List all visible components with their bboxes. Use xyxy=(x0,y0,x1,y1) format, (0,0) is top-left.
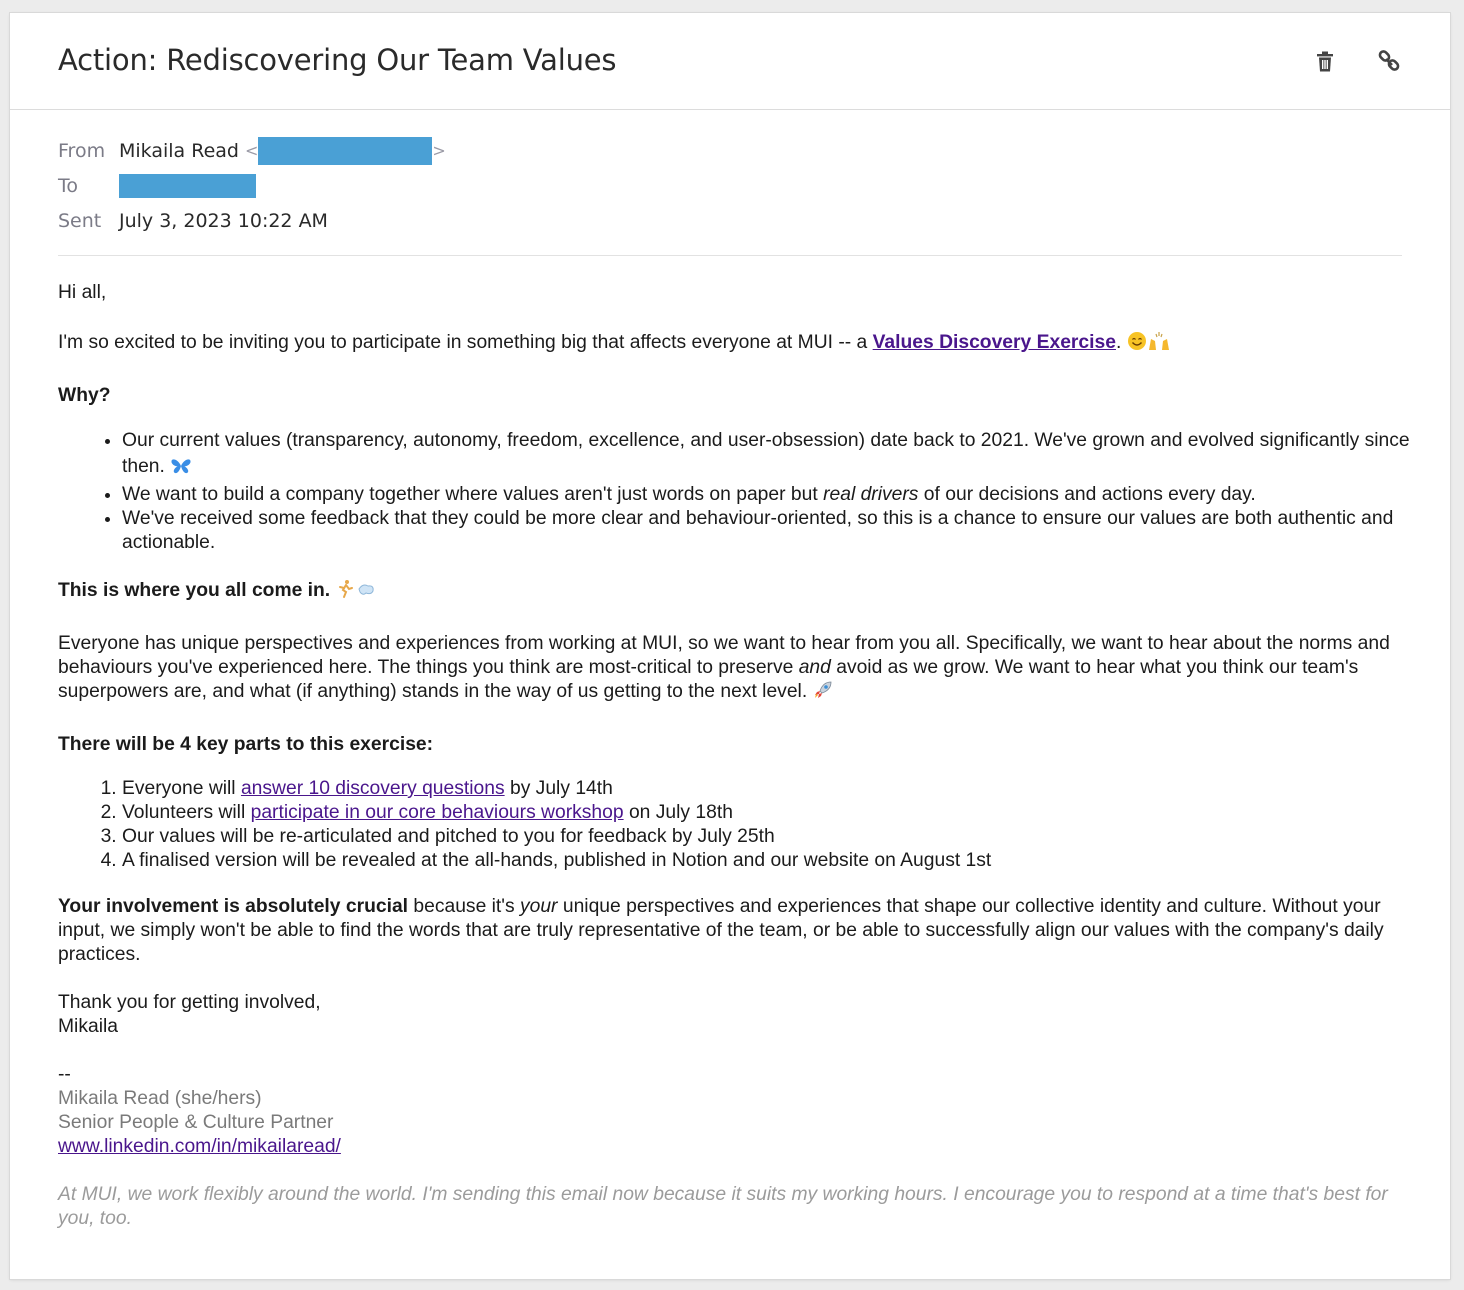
come-in-heading: This is where you all come in. xyxy=(58,579,1410,606)
from-row: From Mikaila Read < > xyxy=(58,133,1402,168)
signature-title: Senior People & Culture Partner xyxy=(58,1112,334,1133)
redacted-recipient xyxy=(119,173,256,198)
sender-email-close: > xyxy=(432,141,446,160)
values-discovery-link[interactable]: Values Discovery Exercise xyxy=(873,332,1116,353)
to-row: To xyxy=(58,168,1402,203)
signature-dashes: -- xyxy=(58,1064,71,1085)
why-heading: Why? xyxy=(58,385,111,406)
email-card: Action: Rediscovering Our Team Values Fr… xyxy=(10,13,1450,1279)
sent-row: Sent July 3, 2023 10:22 AM xyxy=(58,203,1402,238)
raised-hands-emoji-icon xyxy=(1147,331,1171,358)
signoff-name: Mikaila xyxy=(58,1016,118,1037)
dash-emoji-icon xyxy=(356,579,376,606)
email-subject: Action: Rediscovering Our Team Values xyxy=(58,43,617,77)
parts-heading: There will be 4 key parts to this exerci… xyxy=(58,734,434,755)
email-meta: From Mikaila Read < > To Sent July 3, 20… xyxy=(58,133,1402,238)
meta-divider xyxy=(58,255,1402,256)
delete-button[interactable] xyxy=(1312,49,1338,75)
running-emoji-icon xyxy=(336,579,356,606)
greeting: Hi all, xyxy=(58,282,107,303)
steps-list: Everyone will answer 10 discovery questi… xyxy=(58,777,1410,873)
rocket-emoji-icon xyxy=(813,680,833,707)
to-label: To xyxy=(58,174,79,197)
from-label: From xyxy=(58,139,106,162)
link-icon xyxy=(1378,50,1400,71)
thanks-line: Thank you for getting involved, xyxy=(58,992,321,1013)
crucial-paragraph: Your involvement is absolutely crucial b… xyxy=(58,896,1384,965)
intro-paragraph: I'm so excited to be inviting you to par… xyxy=(58,331,1410,358)
sent-label: Sent xyxy=(58,209,102,232)
list-item: We've received some feedback that they c… xyxy=(122,507,1410,555)
signature-name: Mikaila Read (she/hers) xyxy=(58,1088,262,1109)
butterfly-emoji-icon xyxy=(170,457,192,483)
redacted-sender-email xyxy=(258,136,433,165)
trash-icon xyxy=(1317,51,1333,72)
sender-email-open: < xyxy=(244,141,259,160)
list-item: Our current values (transparency, autono… xyxy=(122,428,1410,483)
workshop-link[interactable]: participate in our core behaviours works… xyxy=(251,802,624,823)
sent-date: July 3, 2023 10:22 AM xyxy=(119,209,328,232)
discovery-questions-link[interactable]: answer 10 discovery questions xyxy=(241,778,505,799)
perspectives-paragraph: Everyone has unique perspectives and exp… xyxy=(58,632,1410,707)
list-item: A finalised version will be revealed at … xyxy=(122,849,1410,873)
copy-link-button[interactable] xyxy=(1376,49,1402,75)
why-list: Our current values (transparency, autono… xyxy=(58,428,1410,555)
list-item: Everyone will answer 10 discovery questi… xyxy=(122,777,1410,801)
list-item: Volunteers will participate in our core … xyxy=(122,801,1410,825)
linkedin-link[interactable]: www.linkedin.com/in/mikailaread/ xyxy=(58,1136,341,1157)
list-item: We want to build a company together wher… xyxy=(122,483,1410,507)
sender-name: Mikaila Read xyxy=(119,139,239,162)
smile-emoji-icon xyxy=(1127,331,1147,358)
email-body: Hi all, I'm so excited to be inviting yo… xyxy=(58,281,1410,1231)
email-header: Action: Rediscovering Our Team Values xyxy=(10,13,1450,110)
flexible-hours-note: At MUI, we work flexibly around the worl… xyxy=(58,1184,1388,1229)
list-item: Our values will be re-articulated and pi… xyxy=(122,825,1410,849)
